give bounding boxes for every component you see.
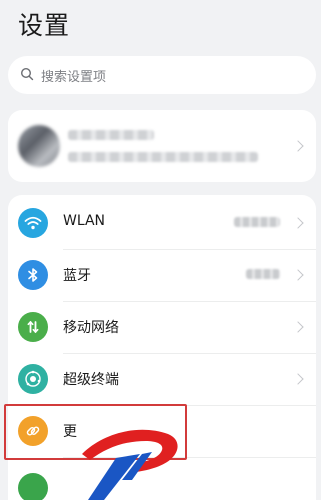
- app-icon: [18, 473, 48, 500]
- bluetooth-icon: [18, 260, 48, 290]
- page-title: 设置: [18, 11, 71, 40]
- wlan-value-blurred: [234, 217, 280, 227]
- account-name-blurred: [68, 130, 154, 140]
- account-card[interactable]: [8, 110, 316, 182]
- avatar: [18, 125, 60, 167]
- wlan-label: WLAN: [63, 213, 106, 229]
- chevron-right-icon: [292, 269, 304, 281]
- chevron-right-icon: [292, 140, 304, 152]
- search-input[interactable]: 搜索设置项: [41, 66, 106, 85]
- list-item-super-device[interactable]: 超级终端: [8, 353, 316, 405]
- bluetooth-value-blurred: [246, 269, 280, 279]
- chevron-right-icon: [292, 321, 304, 333]
- watermark-logo: [82, 429, 178, 500]
- mobile-data-icon: [18, 312, 48, 342]
- account-subtitle-blurred: [68, 152, 258, 162]
- mobile-network-label: 移动网络: [63, 320, 119, 336]
- search-bar[interactable]: 搜索设置项: [8, 56, 316, 94]
- bluetooth-label: 蓝牙: [63, 268, 91, 284]
- wifi-icon: [18, 208, 48, 238]
- search-icon: [20, 66, 34, 85]
- list-item-wlan[interactable]: WLAN: [8, 197, 316, 249]
- super-device-label: 超级终端: [63, 372, 119, 388]
- chevron-right-icon: [292, 217, 304, 229]
- super-device-icon: [18, 364, 48, 394]
- list-item-bluetooth[interactable]: 蓝牙: [8, 249, 316, 301]
- list-item-mobile-network[interactable]: 移动网络: [8, 301, 316, 353]
- chevron-right-icon: [292, 373, 304, 385]
